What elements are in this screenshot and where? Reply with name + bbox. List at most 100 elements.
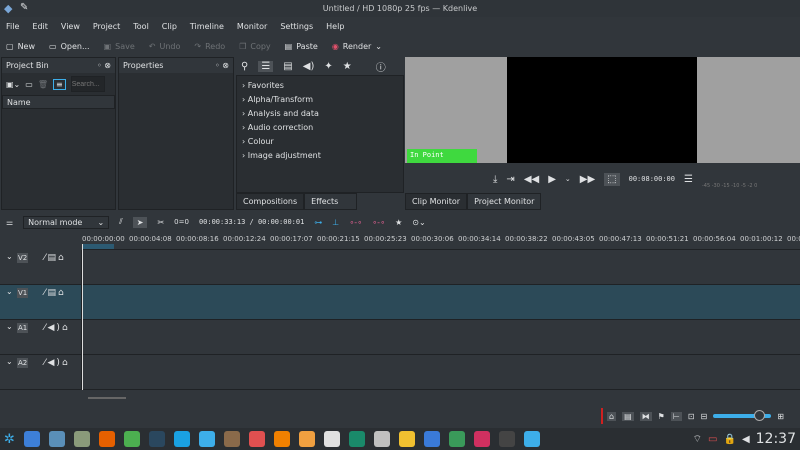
clock[interactable]: 12:37 [756, 431, 796, 447]
chevron-down-icon[interactable]: ⌄ [6, 287, 13, 296]
track-v2[interactable]: ⌄ V2 ⁄▤⌂ [0, 250, 800, 285]
effect-category[interactable]: › Image adjustment [242, 149, 398, 163]
favorite-icon[interactable]: ★ [395, 218, 402, 227]
chevron-down-icon[interactable]: ⌄ [6, 322, 13, 331]
redo-button[interactable]: ↷ Redo [194, 42, 225, 51]
list-view-icon[interactable]: ≡ [52, 78, 66, 90]
effect-category[interactable]: › Alpha/Transform [242, 93, 398, 107]
chevron-down-icon[interactable]: ⌄ [6, 252, 13, 261]
video-effects-icon[interactable]: ▤ [283, 61, 292, 72]
extract-icon[interactable]: ∘-∘ [372, 218, 385, 227]
taskbar-app-icon[interactable] [98, 431, 115, 447]
taskbar-app-icon[interactable] [348, 431, 365, 447]
lift-icon[interactable]: ∘-∘ [349, 218, 362, 227]
tab-compositions[interactable]: Compositions [236, 193, 305, 210]
track-a2[interactable]: ⌄ A2 ⁄◀)⌂ [0, 355, 800, 390]
favorites-icon[interactable]: ★ [343, 61, 352, 72]
playhead[interactable] [82, 244, 83, 390]
timeline-ruler[interactable]: 00:00:00:00 00:00:04:08 00:00:08:16 00:00:1… [82, 232, 800, 250]
razor-tool-icon[interactable]: ✂ [157, 218, 164, 227]
insert-icon[interactable]: ⊶ [314, 218, 322, 227]
set-in-icon[interactable]: ⤓ [493, 174, 497, 185]
paste-button[interactable]: ▤ Paste [285, 42, 318, 51]
taskbar-app-icon[interactable] [423, 431, 440, 447]
new-button[interactable]: ▢ New [6, 42, 35, 51]
effect-category[interactable]: › Audio correction [242, 121, 398, 135]
search-icon[interactable]: ⚲ [241, 61, 248, 72]
taskbar-app-icon[interactable] [148, 431, 165, 447]
taskbar-app-icon[interactable] [48, 431, 65, 447]
horizontal-scrollbar[interactable] [88, 397, 126, 399]
folder-icon[interactable]: ▭ [25, 80, 33, 89]
record-icon[interactable]: ⊙⌄ [412, 218, 425, 227]
volume-icon[interactable]: ◀ [742, 434, 750, 445]
taskbar-app-icon[interactable] [173, 431, 190, 447]
track-controls[interactable]: ⁄◀)⌂ [44, 323, 70, 333]
thumbnails-icon[interactable]: ⌂ [607, 411, 617, 421]
track-v1[interactable]: ⌄ V1 ⁄▤⌂ [0, 285, 800, 320]
audio-effects-icon[interactable]: ◀) [303, 61, 315, 72]
tab-project-monitor[interactable]: Project Monitor [467, 193, 542, 210]
edit-mode-select[interactable]: Normal mode ⌄ [23, 215, 110, 229]
menu-view[interactable]: View [61, 22, 80, 31]
menu-file[interactable]: File [6, 22, 19, 31]
effect-category[interactable]: › Colour [242, 135, 398, 149]
chevron-down-icon[interactable]: ⌄ [6, 357, 13, 366]
taskbar-app-icon[interactable] [448, 431, 465, 447]
slip-tool-icon[interactable]: 0=0 [174, 218, 189, 226]
open-button[interactable]: ▭ Open... [49, 42, 90, 51]
app-launcher-icon[interactable]: ✲ [4, 432, 15, 447]
zoom-slider-handle[interactable] [753, 410, 765, 421]
menu-timeline[interactable]: Timeline [190, 22, 224, 31]
taskbar-app-icon[interactable] [398, 431, 415, 447]
overwrite-icon[interactable]: ⊥ [332, 218, 339, 227]
taskbar-app-icon[interactable] [373, 431, 390, 447]
taskbar-app-icon[interactable] [473, 431, 490, 447]
menu-monitor[interactable]: Monitor [237, 22, 267, 31]
taskbar-app-icon[interactable] [498, 431, 515, 447]
lock-icon[interactable]: 🔒 [723, 434, 735, 445]
menu-icon[interactable]: ☰ [684, 174, 693, 185]
wifi-icon[interactable]: ⌔ [693, 433, 702, 446]
close-icon[interactable]: ◦ ⊗ [215, 61, 229, 70]
chevron-down-icon[interactable]: ⌄ [565, 175, 571, 183]
tab-effects[interactable]: Effects [304, 193, 358, 210]
menu-project[interactable]: Project [93, 22, 120, 31]
delete-icon[interactable]: 🗑 [38, 80, 48, 89]
spacer-tool-icon[interactable]: ⫽ [119, 217, 123, 227]
zoom-slider[interactable] [713, 410, 772, 421]
menu-tool[interactable]: Tool [133, 22, 149, 31]
undo-button[interactable]: ↶ Undo [149, 42, 181, 51]
taskbar-app-icon[interactable] [323, 431, 340, 447]
audio-thumbs-icon[interactable]: ⧓ [639, 411, 652, 421]
track-controls[interactable]: ⁄▤⌂ [44, 253, 66, 263]
monitor-timecode[interactable]: 00:08:00:00 [629, 175, 675, 183]
custom-effects-icon[interactable]: ✦ [324, 61, 332, 72]
select-tool-icon[interactable]: ➤ [132, 216, 148, 228]
taskbar-app-icon[interactable] [273, 431, 290, 447]
menu-edit[interactable]: Edit [32, 22, 48, 31]
list-icon[interactable]: ☰ [258, 60, 274, 72]
taskbar-app-icon[interactable] [123, 431, 140, 447]
track-a1[interactable]: ⌄ A1 ⁄◀)⌂ [0, 320, 800, 355]
set-out-icon[interactable]: ⇥ [506, 174, 514, 185]
close-icon[interactable]: ◦ ⊗ [97, 61, 111, 70]
effect-category[interactable]: › Favorites [242, 79, 398, 93]
markers-icon[interactable]: ⚑ [658, 412, 665, 421]
track-settings-icon[interactable]: ⚌ [6, 218, 13, 227]
save-button[interactable]: ▣ Save [104, 42, 135, 51]
menu-settings[interactable]: Settings [280, 22, 313, 31]
forward-icon[interactable]: ▶▶ [580, 174, 595, 185]
video-thumbs-icon[interactable]: ▤ [622, 411, 634, 421]
name-column-header[interactable]: Name [2, 95, 115, 109]
taskbar-app-icon[interactable] [298, 431, 315, 447]
menu-help[interactable]: Help [326, 22, 344, 31]
taskbar-app-icon[interactable] [523, 431, 540, 447]
battery-icon[interactable]: ▭ [708, 434, 717, 445]
add-clip-icon[interactable]: ▣⌄ [6, 80, 20, 89]
copy-button[interactable]: ❐ Copy [239, 42, 270, 51]
bin-search-input[interactable] [70, 76, 105, 92]
taskbar-app-icon[interactable] [198, 431, 215, 447]
zoom-in-icon[interactable]: ⊞ [777, 412, 784, 421]
taskbar-app-icon[interactable] [23, 431, 40, 447]
